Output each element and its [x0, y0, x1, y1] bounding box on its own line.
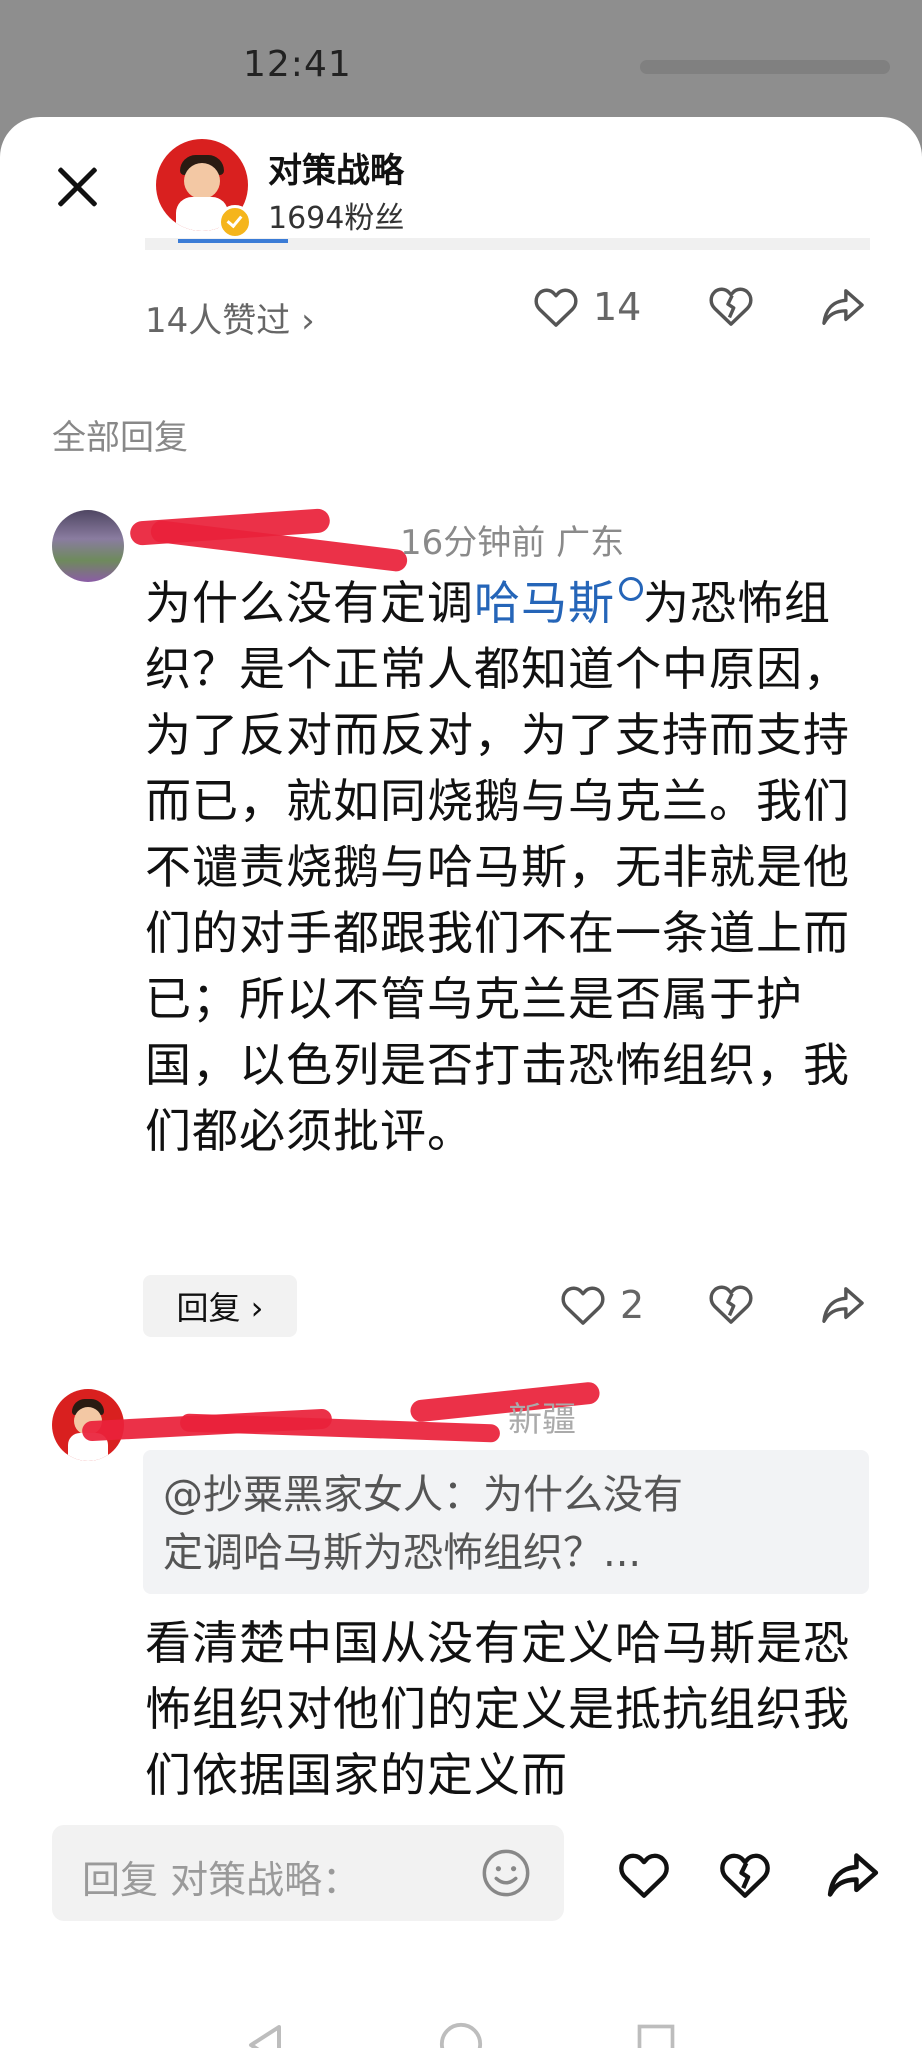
comment-sheet: 对策战略 1694粉丝 14人赞过 › 14 全部回复 16分钟前 广东 为什么…	[0, 117, 922, 2048]
comment-meta: 16分钟前 广东	[400, 523, 625, 563]
post-like-button[interactable]: 14	[533, 285, 641, 329]
bottom-dislike-button[interactable]	[718, 1851, 772, 1899]
author-fans: 1694粉丝	[268, 201, 405, 236]
comment-dislike-button[interactable]	[708, 1283, 754, 1325]
reply-button[interactable]: 回复 ›	[143, 1275, 297, 1337]
bottom-like-button[interactable]	[617, 1851, 671, 1899]
likes-link[interactable]: 14人赞过 ›	[145, 293, 315, 342]
emoji-icon[interactable]	[480, 1847, 532, 1899]
reply-input[interactable]: 回复 对策战略：	[52, 1825, 564, 1921]
bottom-share-button[interactable]	[825, 1851, 881, 1899]
comment-text: 为什么没有定调哈马斯 为恐怖组织？是个正常人都知道个中原因，为了反对而反对，为了支…	[145, 570, 865, 1164]
broken-heart-icon	[709, 1285, 753, 1324]
status-time: 12:41	[243, 44, 352, 85]
close-icon[interactable]	[48, 157, 108, 217]
commenter-avatar[interactable]	[52, 510, 124, 582]
comment-text-part: 为恐怖组织？是个正常人都知道个中原因，为了反对而反对，为了支持而支持而已，就如同…	[145, 576, 850, 1158]
home-icon[interactable]	[438, 2021, 484, 2048]
back-icon[interactable]	[243, 2021, 287, 2048]
section-title: 全部回复	[52, 418, 188, 458]
comment-like-button[interactable]: 2	[560, 1283, 644, 1327]
heart-icon	[534, 288, 578, 327]
post-like-count: 14	[593, 285, 642, 329]
comment-text-part: 为什么没有定调	[145, 576, 474, 630]
post-dislike-button[interactable]	[708, 285, 754, 327]
status-bar: 12:41	[0, 0, 922, 130]
quoted-reply[interactable]: @抄粟黑家女人：为什么没有 定调哈马斯为恐怖组织？...	[143, 1450, 869, 1594]
quote-text: 定调哈马斯为恐怖组织？...	[163, 1530, 642, 1576]
system-nav-bar	[0, 1997, 922, 2048]
post-share-button[interactable]	[820, 287, 866, 327]
search-icon	[619, 577, 643, 601]
recents-icon[interactable]	[634, 2021, 678, 2048]
heart-icon	[561, 1286, 605, 1325]
reply-placeholder: 回复 对策战略：	[82, 1858, 361, 1902]
share-icon	[822, 289, 864, 325]
comment-share-button[interactable]	[820, 1285, 866, 1325]
comment-text: 看清楚中国从没有定义哈马斯是恐怖组织对他们的定义是抵抗组织我们依据国家的定义而	[145, 1616, 850, 1802]
keyword-link[interactable]: 哈马斯	[474, 576, 615, 630]
comment-meta: 新疆	[508, 1400, 576, 1440]
comment-like-count: 2	[620, 1283, 645, 1327]
header-divider-accent	[178, 239, 288, 243]
broken-heart-icon	[709, 287, 753, 326]
status-icons	[640, 60, 890, 74]
author-name[interactable]: 对策战略	[268, 143, 404, 192]
quote-text: @抄粟黑家女人：为什么没有	[163, 1472, 683, 1518]
share-icon	[822, 1287, 864, 1323]
verified-badge-icon	[218, 205, 252, 239]
